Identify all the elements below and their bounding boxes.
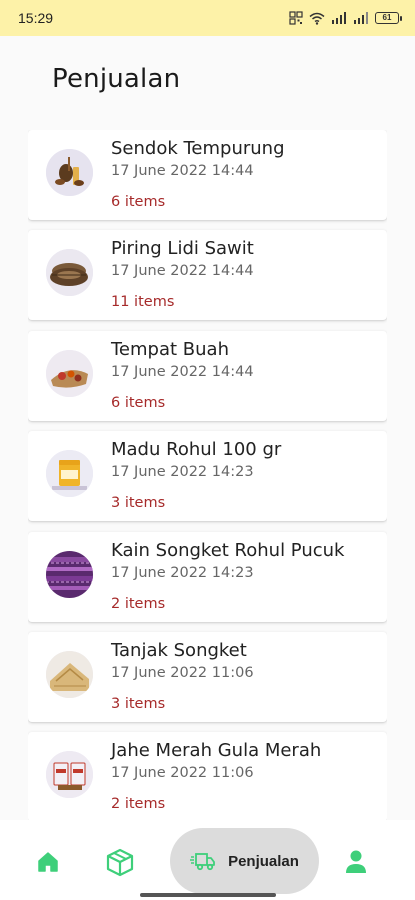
signal-icon xyxy=(332,12,346,24)
product-name: Tanjak Songket xyxy=(111,640,247,661)
item-count: 6 items xyxy=(111,395,166,411)
battery-icon: 61 xyxy=(375,12,402,24)
product-name: Tempat Buah xyxy=(111,339,229,360)
signal-icon-2 xyxy=(354,12,368,24)
sales-card[interactable]: Piring Lidi Sawit 17 June 2022 14:44 11 … xyxy=(28,230,387,320)
wifi-icon xyxy=(309,12,325,25)
delivery-truck-icon xyxy=(190,853,215,871)
sale-date: 17 June 2022 11:06 xyxy=(111,665,254,681)
product-thumbnail xyxy=(46,751,93,798)
page-title: Penjualan xyxy=(52,64,181,94)
product-thumbnail xyxy=(46,651,93,698)
nav-sales[interactable]: Penjualan xyxy=(170,828,319,894)
sale-date: 17 June 2022 14:44 xyxy=(111,163,254,179)
sales-card[interactable]: Madu Rohul 100 gr 17 June 2022 14:23 3 i… xyxy=(28,431,387,521)
status-icons: 61 xyxy=(289,11,402,25)
sales-card[interactable]: Sendok Tempurung 17 June 2022 14:44 6 it… xyxy=(28,130,387,220)
item-count: 3 items xyxy=(111,696,166,712)
bottom-nav: Penjualan xyxy=(0,820,415,900)
product-thumbnail xyxy=(46,350,93,397)
product-thumbnail xyxy=(46,450,93,497)
nav-sales-label: Penjualan xyxy=(228,852,299,870)
status-time: 15:29 xyxy=(18,10,54,26)
sale-date: 17 June 2022 14:44 xyxy=(111,263,254,279)
product-name: Piring Lidi Sawit xyxy=(111,238,254,259)
sales-list: Sendok Tempurung 17 June 2022 14:44 6 it… xyxy=(28,130,387,820)
product-name: Sendok Tempurung xyxy=(111,138,285,159)
sales-card[interactable]: Tanjak Songket 17 June 2022 11:06 3 item… xyxy=(28,632,387,722)
sale-date: 17 June 2022 14:44 xyxy=(111,364,254,380)
product-name: Madu Rohul 100 gr xyxy=(111,439,282,460)
home-icon xyxy=(38,852,58,872)
sale-date: 17 June 2022 14:23 xyxy=(111,464,254,480)
qr-icon xyxy=(289,11,303,25)
person-icon xyxy=(346,850,366,873)
nav-products[interactable] xyxy=(100,840,140,884)
item-count: 11 items xyxy=(111,294,175,310)
product-thumbnail xyxy=(46,551,93,598)
box-icon xyxy=(106,848,134,877)
item-count: 6 items xyxy=(111,194,166,210)
item-count: 3 items xyxy=(111,495,166,511)
product-name: Kain Songket Rohul Pucuk xyxy=(111,540,345,561)
sales-card[interactable]: Jahe Merah Gula Merah 17 June 2022 11:06… xyxy=(28,732,387,820)
nav-home[interactable] xyxy=(26,840,70,884)
status-bar: 15:29 61 xyxy=(0,0,415,36)
product-thumbnail xyxy=(46,149,93,196)
home-indicator xyxy=(140,893,276,897)
item-count: 2 items xyxy=(111,596,166,612)
sale-date: 17 June 2022 14:23 xyxy=(111,565,254,581)
sales-card[interactable]: Tempat Buah 17 June 2022 14:44 6 items xyxy=(28,331,387,421)
item-count: 2 items xyxy=(111,796,166,812)
product-thumbnail xyxy=(46,249,93,296)
sales-card[interactable]: Kain Songket Rohul Pucuk 17 June 2022 14… xyxy=(28,532,387,622)
product-name: Jahe Merah Gula Merah xyxy=(111,740,322,761)
nav-profile[interactable] xyxy=(336,840,376,884)
sale-date: 17 June 2022 11:06 xyxy=(111,765,254,781)
